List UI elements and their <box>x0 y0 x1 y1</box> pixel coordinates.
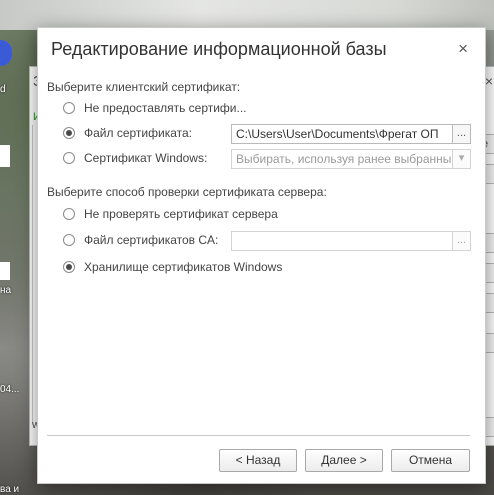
desktop-file-icon[interactable] <box>0 145 10 167</box>
radio-button[interactable] <box>63 102 75 114</box>
background-window-close-icon[interactable]: × <box>485 73 493 89</box>
close-icon[interactable]: × <box>458 39 468 59</box>
desktop-file-icon[interactable] <box>0 262 10 280</box>
radio-ca-file[interactable]: Файл сертификатов CA: <box>63 231 218 249</box>
radio-button[interactable] <box>63 208 75 220</box>
next-button[interactable]: Далее > <box>305 449 383 472</box>
cert-file-path-field[interactable]: C:\Users\User\Documents\Фрегат ОП <box>231 124 453 144</box>
server-cert-section-label: Выберите способ проверки сертификата сер… <box>47 185 327 199</box>
radio-cert-file[interactable]: Файл сертификата: <box>63 124 192 142</box>
radio-windows-cert[interactable]: Сертификат Windows: <box>63 149 207 167</box>
radio-label: Файл сертификатов CA: <box>84 233 219 247</box>
dialog-title: Редактирование информационной базы <box>51 39 387 59</box>
radio-button[interactable] <box>63 152 75 164</box>
radio-windows-store[interactable]: Хранилище сертификатов Windows <box>63 258 282 276</box>
desktop-top-strip <box>0 0 494 30</box>
radio-button[interactable] <box>63 234 75 246</box>
ca-file-path-field[interactable] <box>231 231 453 251</box>
desktop-label: d <box>0 84 6 95</box>
client-cert-section-label: Выберите клиентский сертификат: <box>47 80 241 94</box>
windows-cert-select[interactable]: Выбирать, используя ранее выбранный <box>231 149 453 169</box>
radio-no-verify[interactable]: Не проверять сертификат сервера <box>63 205 278 223</box>
cert-file-browse-button[interactable]: ... <box>452 124 471 144</box>
chevron-down-icon[interactable]: ▾ <box>452 149 471 169</box>
radio-no-cert[interactable]: Не предоставлять сертифи... <box>63 99 247 117</box>
desktop-label: ва и <box>0 484 20 495</box>
ca-file-browse-button[interactable]: ... <box>452 231 471 251</box>
cancel-button[interactable]: Отмена <box>391 449 470 472</box>
divider <box>47 435 470 436</box>
radio-label: Не предоставлять сертифи... <box>84 101 247 115</box>
radio-label: Хранилище сертификатов Windows <box>84 260 283 274</box>
desktop-label: 04... <box>0 384 20 395</box>
back-button[interactable]: < Назад <box>219 449 297 472</box>
radio-label: Не проверять сертификат сервера <box>84 207 278 221</box>
radio-label: Сертификат Windows: <box>84 151 208 165</box>
desktop-label: на <box>0 285 12 296</box>
radio-button-selected[interactable] <box>63 261 75 273</box>
radio-label: Файл сертификата: <box>84 126 192 140</box>
radio-button-selected[interactable] <box>63 127 75 139</box>
edit-infobase-dialog: Редактирование информационной базы × Выб… <box>37 27 486 484</box>
